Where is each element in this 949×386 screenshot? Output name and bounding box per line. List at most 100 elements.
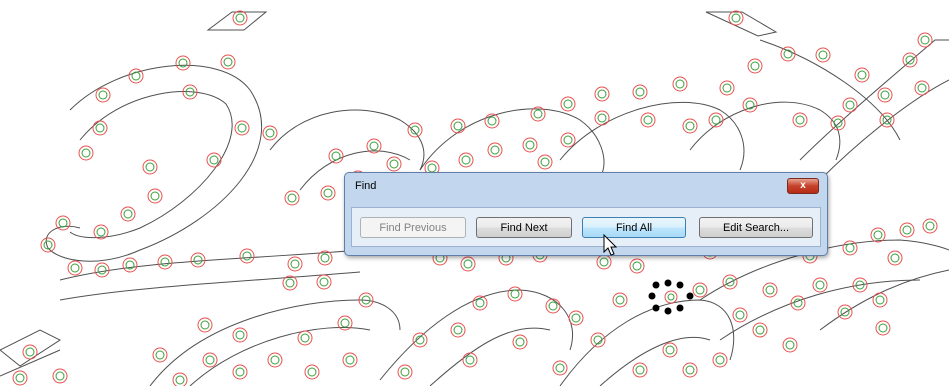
hole-marker (612, 292, 628, 308)
hole-marker-inner (735, 310, 745, 320)
hole-marker (632, 362, 648, 378)
hole-marker (460, 256, 476, 272)
hole-marker (594, 110, 610, 126)
hole-marker (568, 310, 584, 326)
hole-marker (662, 342, 678, 358)
hole-marker-inner (331, 151, 341, 161)
hole-marker-inner (917, 83, 927, 93)
hole-marker (55, 215, 71, 231)
find-dialog: Find x Find Previous Find Next Find All … (344, 172, 828, 256)
hole-marker-inner (235, 13, 245, 23)
find-next-button[interactable]: Find Next (476, 217, 572, 238)
hole-marker-inner (685, 121, 695, 131)
hole-marker (672, 76, 688, 92)
selection-handles[interactable] (648, 279, 694, 315)
hole-marker (842, 240, 858, 256)
hole-marker-inner (400, 367, 410, 377)
hole-marker (206, 152, 222, 168)
hole-marker (147, 188, 163, 204)
hole-marker (386, 156, 402, 172)
hole-marker-inner (902, 225, 912, 235)
selection-handle (652, 281, 660, 289)
hole-marker-inner (515, 337, 525, 347)
hole-marker (67, 260, 83, 276)
hole-marker-inner (345, 355, 355, 365)
hole-marker-inner (287, 193, 297, 203)
hole-marker-inner (235, 330, 245, 340)
hole-marker-inner (160, 257, 170, 267)
hole-marker-inner (369, 141, 379, 151)
hole-marker-inner (525, 140, 535, 150)
hole-marker-inner (465, 355, 475, 365)
selection-handle (686, 292, 694, 300)
hole-marker (507, 286, 523, 302)
hole-marker (914, 80, 930, 96)
hole-marker (682, 118, 698, 134)
selection-handle (664, 279, 672, 287)
hole-marker (747, 58, 763, 74)
hole-marker-inner (597, 89, 607, 99)
hole-marker (762, 282, 778, 298)
hole-marker-inner (242, 251, 252, 261)
hole-marker (560, 96, 576, 112)
hole-marker (682, 362, 698, 378)
hole-marker (95, 87, 111, 103)
hole-marker-inner (300, 333, 310, 343)
close-button[interactable]: x (787, 178, 819, 194)
hole-marker-inner (98, 90, 108, 100)
hole-marker-inner (750, 61, 760, 71)
hole-marker (545, 298, 561, 314)
hole-marker-inner (97, 265, 107, 275)
hole-marker (175, 55, 191, 71)
selected-hole (664, 290, 678, 304)
selection-handle (652, 304, 660, 312)
hole-marker-inner (880, 90, 890, 100)
hole-marker (287, 256, 303, 272)
edit-search-button[interactable]: Edit Search... (699, 217, 813, 238)
hole-marker-inner (615, 295, 625, 305)
hole-marker-inner (178, 58, 188, 68)
hole-marker-inner (270, 355, 280, 365)
hole-marker (552, 360, 568, 376)
hole-marker-inner (319, 277, 329, 287)
hole-marker (854, 67, 870, 83)
hole-marker (128, 68, 144, 84)
hole-marker-inner (150, 191, 160, 201)
hole-marker-inner (70, 263, 80, 273)
hole-marker (728, 10, 744, 26)
hole-marker-inner (925, 221, 935, 231)
hole-marker (487, 142, 503, 158)
hole-marker-inner (237, 123, 247, 133)
hole-marker-inner (722, 83, 732, 93)
hole-marker-inner (340, 318, 350, 328)
hole-marker-inner (635, 365, 645, 375)
hole-marker-inner (711, 115, 721, 125)
hole-marker (282, 275, 298, 291)
hole-marker (120, 206, 136, 222)
hole-marker (590, 332, 606, 348)
hole-marker-inner (235, 367, 245, 377)
hole-marker (397, 364, 413, 380)
hole-marker (752, 322, 768, 338)
hole-marker-inner (223, 57, 233, 67)
hole-marker-inner (307, 367, 317, 377)
find-previous-button[interactable]: Find Previous (360, 217, 466, 238)
hole-marker (284, 190, 300, 206)
hole-marker-inner (873, 230, 883, 240)
hole-marker (560, 132, 576, 148)
dialog-button-bar: Find Previous Find Next Find All Edit Se… (351, 207, 821, 247)
hole-marker (94, 262, 110, 278)
find-all-button[interactable]: Find All (582, 217, 686, 238)
hole-marker-inner (875, 295, 885, 305)
hole-marker-inner (845, 243, 855, 253)
hole-marker (122, 257, 138, 273)
hole-marker (337, 315, 353, 331)
hole-marker-inner (475, 298, 485, 308)
hole-marker-inner (453, 121, 463, 131)
hole-marker (142, 159, 158, 175)
hole-marker (12, 370, 28, 386)
hole-marker (887, 250, 903, 266)
hole-marker (450, 322, 466, 338)
hole-marker (812, 277, 828, 293)
hole-marker-inner (555, 363, 565, 373)
